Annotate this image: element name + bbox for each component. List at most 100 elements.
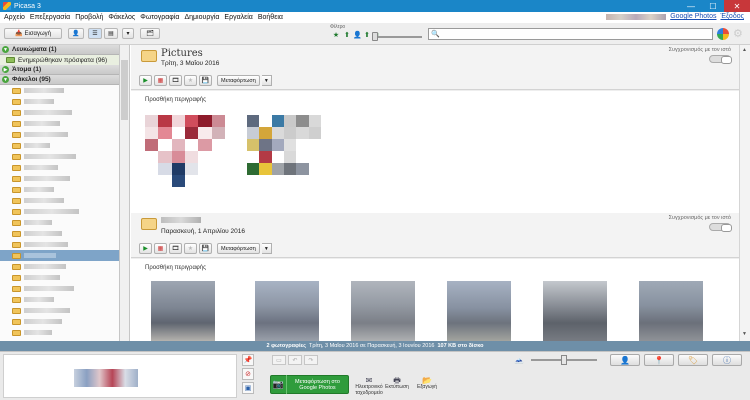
filter-person-icon[interactable]: 👤 xyxy=(353,32,362,40)
sidebar-scrollbar[interactable] xyxy=(120,45,130,341)
rotate-right-icon[interactable]: ↷ xyxy=(304,355,318,365)
tags-button[interactable]: 🏷 xyxy=(678,354,708,366)
sidebar-scroll-thumb[interactable] xyxy=(121,60,128,120)
collage-button[interactable]: ▦ xyxy=(154,75,167,86)
selected-photo-preview[interactable] xyxy=(74,369,138,387)
menu-view[interactable]: Προβολή xyxy=(75,14,103,21)
menu-file[interactable]: Αρχείο xyxy=(4,14,25,21)
google-photos-pinwheel-icon[interactable] xyxy=(717,28,729,40)
date-filter-slider[interactable] xyxy=(372,32,378,41)
google-photos-link[interactable]: Google Photos xyxy=(670,13,716,20)
slideshow-play-button[interactable]: ▶ xyxy=(139,75,152,86)
add-description-link[interactable]: Προσθήκη περιγραφής xyxy=(145,97,206,103)
folder-item[interactable] xyxy=(0,140,119,151)
add-description-link[interactable]: Προσθήκη περιγραφής xyxy=(145,265,206,271)
sign-out-link[interactable]: Έξοδος xyxy=(721,13,745,20)
photo-thumbnail[interactable] xyxy=(351,281,415,341)
maximize-button[interactable]: ☐ xyxy=(702,0,724,12)
folder-item[interactable] xyxy=(0,85,119,96)
settings-gear-icon[interactable]: ⚙ xyxy=(733,28,743,40)
save-button[interactable]: 💾 xyxy=(199,75,212,86)
photo-thumbnail[interactable] xyxy=(255,281,319,341)
collage-button[interactable]: ▦ xyxy=(154,243,167,254)
upload-button[interactable]: Μεταφόρτωση xyxy=(217,75,260,86)
folders-section-header[interactable]: ▼ Φάκελοι (95) xyxy=(0,75,119,85)
menu-create[interactable]: Δημιουργία xyxy=(184,14,219,21)
sync-toggle[interactable] xyxy=(709,55,732,64)
folder-item[interactable] xyxy=(0,173,119,184)
photo-thumbnail[interactable] xyxy=(151,281,215,341)
folder-item[interactable] xyxy=(0,272,119,283)
people-section-header[interactable]: ▶ Άτομα (1) xyxy=(0,65,119,75)
folder-item[interactable] xyxy=(0,184,119,195)
photo-thumbnail[interactable] xyxy=(247,115,321,187)
folder-item[interactable] xyxy=(0,107,119,118)
folder-item[interactable] xyxy=(0,151,119,162)
album-title[interactable] xyxy=(161,217,201,223)
folder-item[interactable] xyxy=(0,206,119,217)
filter-upload-icon[interactable]: ⬆ xyxy=(343,32,351,40)
view-dropdown-button[interactable]: ▾ xyxy=(122,28,134,39)
photo-thumbnail[interactable] xyxy=(447,281,511,341)
album-title[interactable]: Pictures xyxy=(161,48,203,59)
hold-pin-icon[interactable]: 📌 xyxy=(242,354,254,366)
scroll-down-icon[interactable]: ▼ xyxy=(742,331,747,337)
folder-item[interactable] xyxy=(0,261,119,272)
tree-view-button[interactable]: ▤ xyxy=(104,28,118,39)
rotate-left-icon[interactable]: ↶ xyxy=(288,355,302,365)
folder-manager-button[interactable]: 🗂 xyxy=(140,28,160,39)
menu-picture[interactable]: Φωτογραφία xyxy=(140,14,179,21)
scroll-up-icon[interactable]: ▲ xyxy=(742,47,747,53)
folder-item[interactable] xyxy=(0,294,119,305)
movie-button[interactable]: 🎞 xyxy=(169,243,182,254)
star-button[interactable]: ★ xyxy=(184,243,197,254)
photo-thumbnail[interactable] xyxy=(145,115,225,187)
upload-button[interactable]: Μεταφόρτωση xyxy=(217,243,260,254)
folder-item[interactable] xyxy=(0,195,119,206)
upload-to-google-photos-button[interactable]: 📷 Μεταφόρτωση στο Google Photos xyxy=(270,375,349,394)
properties-button[interactable]: ⓘ xyxy=(712,354,742,366)
collapse-icon[interactable]: ▼ xyxy=(2,76,9,83)
folder-item[interactable] xyxy=(0,283,119,294)
filter-pin-icon[interactable]: ⬆ xyxy=(363,32,371,40)
folder-item[interactable] xyxy=(0,228,119,239)
folder-item[interactable] xyxy=(0,118,119,129)
thumbnail-size-slider[interactable] xyxy=(561,355,567,365)
star-button[interactable]: ★ xyxy=(184,75,197,86)
folder-item[interactable] xyxy=(0,162,119,173)
add-to-album-icon[interactable]: ▣ xyxy=(242,382,254,394)
clear-tray-icon[interactable]: ⊘ xyxy=(242,368,254,380)
places-button[interactable]: 📍 xyxy=(644,354,674,366)
folder-item[interactable] xyxy=(0,316,119,327)
import-button[interactable]: 📥 Εισαγωγή xyxy=(4,28,62,39)
menu-tools[interactable]: Εργαλεία xyxy=(224,14,252,21)
photo-thumbnail[interactable] xyxy=(639,281,703,341)
sync-toggle[interactable] xyxy=(709,223,732,232)
folder-item[interactable] xyxy=(0,129,119,140)
people-button[interactable]: 👤 xyxy=(610,354,640,366)
folder-item[interactable] xyxy=(0,96,119,107)
minimize-button[interactable]: — xyxy=(680,0,702,12)
main-scrollbar[interactable]: ▲ ▼ xyxy=(739,45,750,341)
export-button[interactable]: 📂 Εξαγωγή xyxy=(410,376,444,391)
sidebar-item-recently-updated[interactable]: Ενημερώθηκαν πρόσφατα (96) xyxy=(0,55,119,65)
print-button[interactable]: 🖶 Εκτύπωση xyxy=(380,376,414,391)
photo-thumbnail[interactable] xyxy=(543,281,607,341)
search-input[interactable]: 🔍 xyxy=(428,28,713,40)
expand-icon[interactable]: ▶ xyxy=(2,66,9,73)
list-view-button[interactable]: ☰ xyxy=(88,28,102,39)
collapse-icon[interactable]: ▼ xyxy=(2,46,9,53)
slideshow-play-button[interactable]: ▶ xyxy=(139,243,152,254)
menu-edit[interactable]: Επεξεργασία xyxy=(30,14,70,21)
chevron-down-icon[interactable]: ▼ xyxy=(261,243,272,254)
folder-item-selected[interactable] xyxy=(0,250,119,261)
menu-help[interactable]: Βοήθεια xyxy=(258,14,283,21)
movie-button[interactable]: 🎞 xyxy=(169,75,182,86)
previous-icon[interactable]: ▭ xyxy=(272,355,286,365)
folder-item[interactable] xyxy=(0,327,119,338)
folder-item[interactable] xyxy=(0,217,119,228)
folder-item[interactable] xyxy=(0,239,119,250)
save-button[interactable]: 💾 xyxy=(199,243,212,254)
menu-folder[interactable]: Φάκελος xyxy=(108,14,135,21)
albums-section-header[interactable]: ▼ Λευκώματα (1) xyxy=(0,45,119,55)
